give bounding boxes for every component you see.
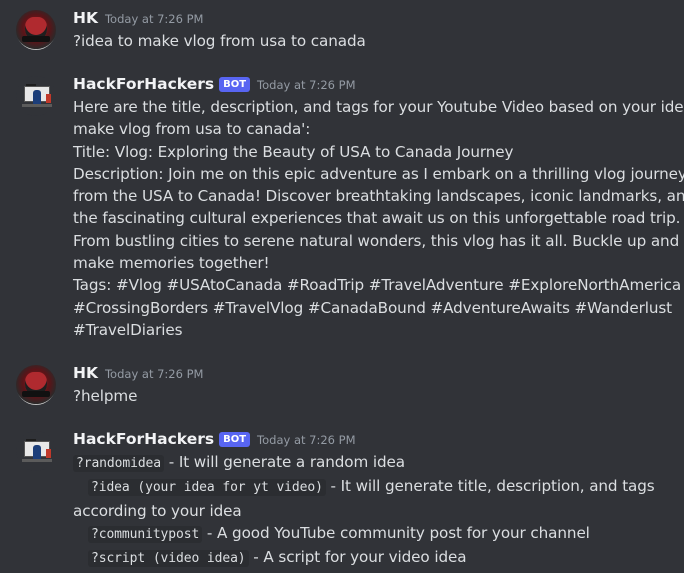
avatar-accent [46,449,51,458]
user-avatar[interactable] [16,365,56,405]
message-content: ?helpme [73,385,673,407]
message-line: ?idea to make vlog from usa to canada [73,32,366,50]
message-line: the fascinating cultural experiences tha… [73,209,681,228]
username[interactable]: HackForHackers [73,75,214,93]
message-header: HackForHackers BOT Today at 7:26 PM [73,75,356,97]
bot-badge: BOT [219,432,251,447]
bot-badge: BOT [219,77,251,92]
command-description: - A script for your video idea [248,548,467,567]
user-avatar[interactable] [16,10,56,50]
message-line: Title: Vlog: Exploring the Beauty of USA… [73,142,514,161]
command-description: - It will generate a random idea [164,453,406,471]
username[interactable]: HK [73,364,98,382]
avatar-desk [22,104,52,107]
command-code: ?communitypost [88,525,203,543]
timestamp[interactable]: Today at 7:26 PM [257,78,355,92]
message-line: Here are the title, description, and tag… [73,98,684,116]
message-line: ?helpme [73,387,138,405]
command-code: ?idea (your idea for yt video) [88,479,326,497]
command-code: ?randomidea [73,455,164,472]
help-line-communitypost: ?communitypost - A good YouTube communit… [73,522,673,546]
avatar-desk [22,459,52,462]
message-line: Description: Join me on this epic advent… [73,164,684,183]
message-line: From bustling cities to serene natural w… [73,231,684,250]
message-line: #TravelDiaries [73,320,183,339]
help-line-randomidea: ?randomidea - It will generate a random … [73,451,673,475]
command-code: ?script (video idea) [88,550,249,568]
bot-avatar[interactable] [16,431,56,471]
help-line-script: ?script (video idea) - A script for your… [73,546,673,570]
message-line: make memories together! [73,254,270,273]
message-line: make vlog from usa to canada': [73,120,311,139]
message-header: HK Today at 7:26 PM [73,364,203,386]
message-line: #CrossingBorders #TravelVlog #CanadaBoun… [73,298,673,317]
username[interactable]: HackForHackers [73,430,214,448]
message-line: Tags: #Vlog #USAtoCanada #RoadTrip #Trav… [73,276,682,295]
timestamp[interactable]: Today at 7:26 PM [105,12,203,26]
message-content: ?idea to make vlog from usa to canada [73,30,673,52]
command-description: - It will generate title, description, a… [325,477,655,496]
timestamp[interactable]: Today at 7:26 PM [105,367,203,381]
username[interactable]: HK [73,9,98,27]
avatar-emblem-banner [22,391,50,397]
message-header: HK Today at 7:26 PM [73,9,203,31]
timestamp[interactable]: Today at 7:26 PM [257,433,355,447]
message-content: ?randomidea - It will generate a random … [73,451,673,570]
avatar-emblem-banner [22,36,50,42]
help-line-continuation: according to your idea [73,501,242,520]
message-line: from the USA to Canada! Discover breatht… [73,187,684,206]
message-content: Here are the title, description, and tag… [73,96,684,341]
bot-avatar[interactable] [16,76,56,116]
message-header: HackForHackers BOT Today at 7:26 PM [73,430,356,452]
avatar-accent [46,94,51,103]
command-description: - A good YouTube community post for your… [202,523,590,542]
help-line-idea: ?idea (your idea for yt video) - It will… [73,475,673,499]
